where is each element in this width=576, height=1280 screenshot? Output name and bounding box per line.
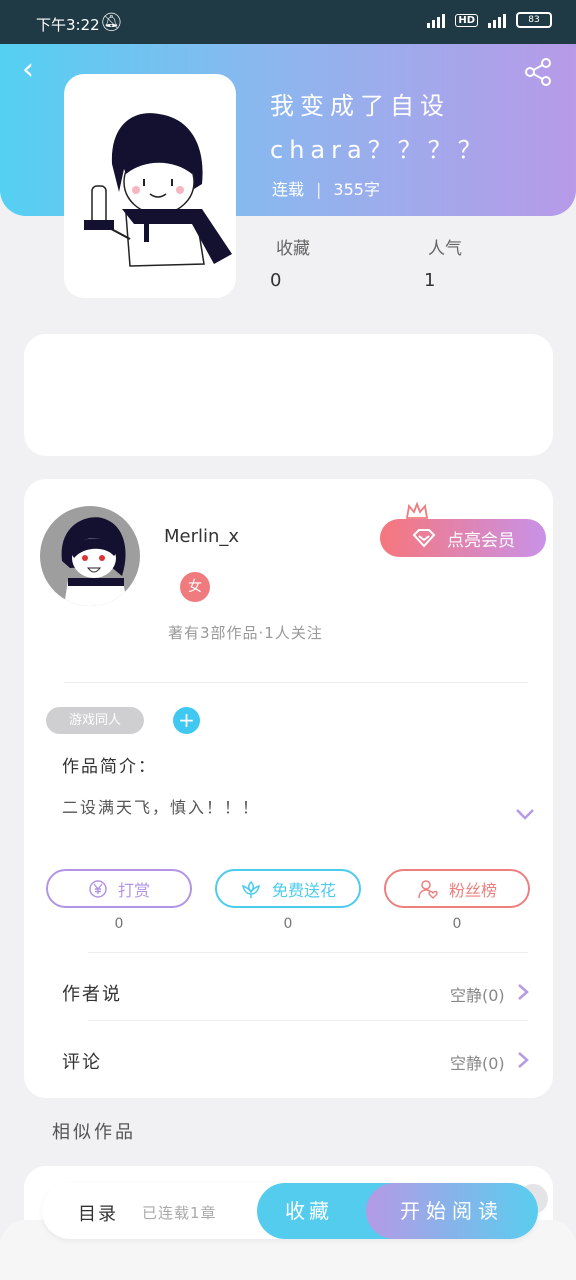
avatar-illustration bbox=[61, 517, 128, 606]
announcement-card bbox=[24, 334, 553, 456]
vip-button-label: 点亮会员 bbox=[447, 530, 515, 551]
fans-count: 0 bbox=[452, 916, 462, 932]
fans-label: 粉丝榜 bbox=[448, 880, 497, 900]
tag-game-fanfic[interactable]: 游戏同人 bbox=[46, 707, 144, 734]
intro-text: 二设满天飞，慎入！！！ bbox=[62, 798, 261, 817]
intro-label: 作品简介： bbox=[62, 757, 157, 777]
book-status-line: 连载 | 355字 bbox=[272, 180, 380, 199]
comments-value: 空静(0) bbox=[450, 1054, 505, 1073]
gender-badge: 女 bbox=[180, 572, 210, 602]
divider bbox=[88, 1020, 528, 1021]
tip-button[interactable]: 打赏 bbox=[46, 869, 192, 908]
chevron-right-icon bbox=[518, 1052, 529, 1068]
crown-icon bbox=[405, 502, 429, 519]
book-title: 我变成了自设chara？？？？ bbox=[270, 92, 488, 164]
book-cover[interactable] bbox=[64, 74, 236, 298]
comments-label: 评论 bbox=[62, 1052, 102, 1073]
word-count: 355字 bbox=[333, 180, 380, 199]
status-bar: 下午3:22 🔕︎ HD 83 bbox=[0, 0, 576, 44]
flower-button[interactable]: 免费送花 bbox=[215, 869, 361, 908]
cover-illustration bbox=[84, 113, 232, 267]
diamond-icon bbox=[412, 529, 436, 548]
author-name[interactable]: Merlin_x bbox=[164, 526, 239, 547]
catalog-button[interactable]: 目录 bbox=[78, 1200, 118, 1226]
favorites-label: 收藏 bbox=[276, 239, 310, 259]
signal-icon-1 bbox=[427, 12, 446, 28]
mute-bell-icon: 🔕︎ bbox=[100, 12, 123, 33]
back-icon[interactable]: ‹ bbox=[22, 55, 52, 86]
chevron-right-icon bbox=[518, 984, 529, 1000]
author-says-label: 作者说 bbox=[62, 984, 122, 1005]
user-heart-icon bbox=[418, 879, 438, 899]
serial-status: 连载 bbox=[272, 180, 305, 199]
flower-count: 0 bbox=[283, 916, 293, 932]
signal-icon-2 bbox=[488, 12, 506, 28]
chevron-down-icon[interactable] bbox=[514, 806, 536, 822]
add-tag-button[interactable]: + bbox=[173, 707, 200, 734]
flower-icon bbox=[241, 880, 260, 898]
similar-works-heading: 相似作品 bbox=[52, 1122, 136, 1143]
battery-icon: 83 bbox=[516, 12, 552, 28]
hd-badge: HD bbox=[455, 13, 478, 27]
fans-ranking-button[interactable]: 粉丝榜 bbox=[384, 869, 530, 908]
start-reading-button[interactable]: 开始阅读 bbox=[366, 1183, 538, 1239]
author-avatar[interactable] bbox=[40, 506, 140, 606]
flower-label: 免费送花 bbox=[271, 880, 336, 900]
author-meta: 著有3部作品·1人关注 bbox=[168, 624, 323, 642]
vip-button[interactable]: 点亮会员 bbox=[380, 519, 546, 557]
popularity-value: 1 bbox=[424, 270, 436, 291]
yen-coin-icon bbox=[89, 879, 107, 898]
popularity-label: 人气 bbox=[428, 239, 462, 259]
divider bbox=[88, 952, 528, 953]
favorites-value: 0 bbox=[270, 270, 282, 291]
tip-label: 打赏 bbox=[117, 880, 150, 900]
catalog-status: 已连载1章 bbox=[142, 1204, 217, 1222]
divider bbox=[64, 682, 528, 683]
tip-count: 0 bbox=[114, 916, 124, 932]
status-time: 下午3:22 bbox=[36, 16, 100, 34]
author-says-value: 空静(0) bbox=[450, 986, 505, 1005]
status-icons: HD 83 bbox=[427, 12, 552, 28]
